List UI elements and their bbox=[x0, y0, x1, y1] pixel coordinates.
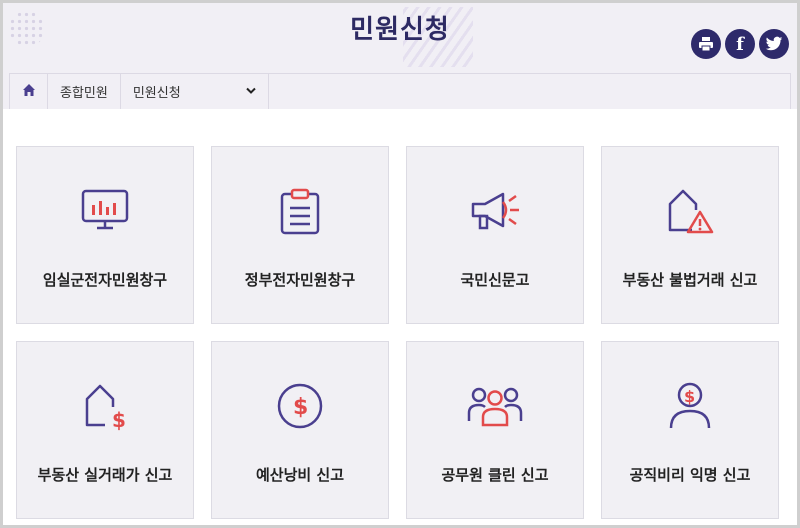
card-label: 예산낭비 신고 bbox=[255, 466, 345, 484]
card-gov-e-civil[interactable]: 정부전자민원창구 bbox=[211, 146, 389, 324]
card-realestate-illegal[interactable]: 부동산 불법거래 신고 bbox=[601, 146, 779, 324]
social-buttons: f bbox=[691, 29, 789, 59]
card-label: 정부전자민원창구 bbox=[244, 271, 356, 289]
chevron-down-icon bbox=[246, 84, 256, 99]
breadcrumb-home[interactable] bbox=[10, 74, 48, 109]
card-label: 부동산 실거래가 신고 bbox=[37, 466, 173, 484]
breadcrumb-select-current[interactable]: 민원신청 bbox=[121, 74, 269, 109]
print-button[interactable] bbox=[691, 29, 721, 59]
dollar-coin-icon: $ bbox=[272, 378, 328, 434]
megaphone-icon bbox=[467, 183, 523, 239]
person-dollar-icon: $ bbox=[662, 378, 718, 434]
breadcrumb-item-general[interactable]: 종합민원 bbox=[48, 74, 121, 109]
house-dollar-icon: $ bbox=[77, 378, 133, 434]
card-realestate-price[interactable]: $ 부동산 실거래가 신고 bbox=[16, 341, 194, 519]
svg-text:$: $ bbox=[293, 395, 308, 420]
page-header: 민원신청 f 종합민원 민원신청 bbox=[3, 3, 797, 109]
monitor-chart-icon bbox=[77, 183, 133, 239]
breadcrumb-label: 민원신청 bbox=[132, 86, 181, 101]
people-group-icon bbox=[467, 378, 523, 434]
svg-text:$: $ bbox=[684, 387, 695, 406]
card-label: 국민신문고 bbox=[460, 271, 530, 289]
page-title: 민원신청 bbox=[350, 15, 450, 45]
breadcrumb: 종합민원 민원신청 bbox=[9, 73, 791, 109]
house-warning-icon bbox=[662, 183, 718, 239]
card-label: 공무원 클린 신고 bbox=[441, 466, 549, 484]
twitter-icon bbox=[765, 36, 783, 52]
breadcrumb-label: 종합민원 bbox=[60, 86, 108, 101]
card-corruption-anon[interactable]: $ 공직비리 익명 신고 bbox=[601, 341, 779, 519]
facebook-button[interactable]: f bbox=[725, 29, 755, 59]
card-label: 부동산 불법거래 신고 bbox=[622, 271, 758, 289]
print-icon bbox=[698, 36, 714, 52]
svg-text:$: $ bbox=[112, 408, 126, 431]
card-budget-waste[interactable]: $ 예산낭비 신고 bbox=[211, 341, 389, 519]
facebook-icon: f bbox=[736, 33, 744, 55]
card-grid: 임실군전자민원창구 정부전자민원창구 국민신문고 부동산 불법거래 신고 $ 부… bbox=[3, 109, 797, 525]
card-imsil-e-civil[interactable]: 임실군전자민원창구 bbox=[16, 146, 194, 324]
card-epeople[interactable]: 국민신문고 bbox=[406, 146, 584, 324]
card-label: 공직비리 익명 신고 bbox=[629, 466, 751, 484]
twitter-button[interactable] bbox=[759, 29, 789, 59]
window-frame: 민원신청 f 종합민원 민원신청 임실군전자민원창구 정부전자민원창구 국민신문… bbox=[0, 0, 800, 528]
home-icon bbox=[22, 82, 36, 101]
card-official-clean[interactable]: 공무원 클린 신고 bbox=[406, 341, 584, 519]
clipboard-icon bbox=[272, 183, 328, 239]
card-label: 임실군전자민원창구 bbox=[42, 271, 168, 289]
